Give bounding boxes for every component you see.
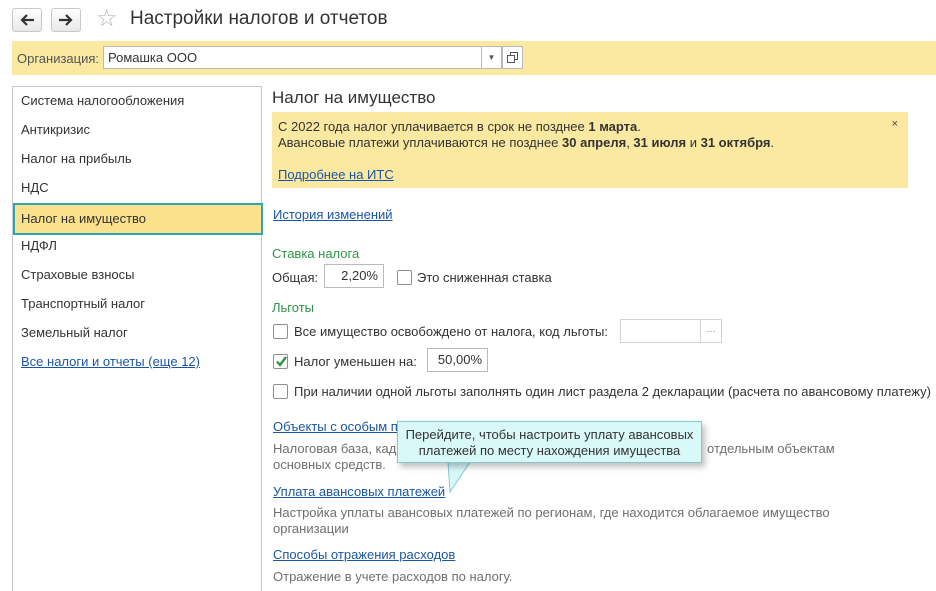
special-objects-desc-end: отдельным объектам [707, 441, 835, 456]
special-objects-link[interactable]: Объекты с особым п [273, 419, 398, 434]
sidebar-item-transport-tax[interactable]: Транспортный налог [21, 296, 145, 312]
sidebar-item-land-tax[interactable]: Земельный налог [21, 325, 128, 341]
expense-methods-link[interactable]: Способы отражения расходов [273, 547, 455, 562]
benefit-code-field[interactable] [620, 319, 701, 343]
notice-text: и [686, 135, 701, 150]
tooltip-line-1: Перейдите, чтобы настроить уплату авансо… [405, 427, 694, 442]
expense-methods-desc: Отражение в учете расходов по налогу. [273, 569, 513, 584]
notice-date: 1 марта [588, 119, 638, 134]
arrow-left-icon [20, 14, 34, 26]
single-sheet-label: При наличии одной льготы заполнять один … [294, 384, 931, 399]
benefit-code-select-button[interactable]: ... [700, 319, 722, 343]
notice-line-1: С 2022 года налог уплачивается в срок не… [278, 119, 641, 135]
notice-text: . [770, 135, 775, 150]
sidebar-item-label: Налог на имущество [21, 211, 147, 226]
advance-payments-link[interactable]: Уплата авансовых платежей [273, 484, 445, 499]
back-button[interactable] [12, 8, 42, 32]
tooltip-line-2: платежей по месту нахождения имущества [418, 443, 681, 458]
special-objects-desc-start: Налоговая база, кад [273, 441, 397, 456]
organization-input[interactable]: Ромашка ООО [103, 46, 482, 69]
sidebar-item-anticrisis[interactable]: Антикризис [21, 122, 90, 138]
open-window-icon [507, 52, 518, 63]
benefits-section-title: Льготы [272, 300, 315, 315]
tax-reduced-field[interactable]: 50,00% [427, 348, 488, 372]
tooltip: Перейдите, чтобы настроить уплату авансо… [397, 421, 702, 463]
arrow-right-icon [59, 14, 73, 26]
tax-reduced-checkbox[interactable] [273, 354, 288, 369]
notice-text: Авансовые платежи уплачиваются не поздне… [278, 135, 563, 150]
notice-date: 30 апреля [562, 135, 627, 150]
advance-payments-desc: Настройка уплаты авансовых платежей по р… [273, 505, 830, 520]
notice-text: С 2022 года налог уплачивается в срок не… [278, 119, 589, 134]
organization-dropdown-button[interactable]: ▼ [481, 46, 502, 69]
organization-label: Организация: [17, 51, 100, 66]
page-title: Налог на имущество [272, 88, 436, 107]
sidebar: Система налогообложения Антикризис Налог… [12, 86, 263, 591]
exempt-label: Все имущество освобождено от налога, код… [294, 324, 608, 339]
its-link[interactable]: Подробнее на ИТС [278, 167, 394, 183]
star-icon[interactable]: ☆ [96, 7, 118, 31]
history-link[interactable]: История изменений [273, 207, 393, 222]
close-icon[interactable]: × [892, 118, 898, 130]
sidebar-item-profit-tax[interactable]: Налог на прибыль [21, 151, 132, 167]
notice-date: 31 июля [633, 135, 687, 150]
notice-date: 31 октября [700, 135, 771, 150]
window-title: Настройки налогов и отчетов [130, 8, 388, 29]
exempt-checkbox[interactable] [273, 324, 288, 339]
notice-line-2: Авансовые платежи уплачиваются не поздне… [278, 135, 774, 151]
notice-panel: С 2022 года налог уплачивается в срок не… [272, 112, 908, 188]
sidebar-item-property-tax[interactable]: Налог на имущество [13, 203, 263, 235]
tax-reduced-label: Налог уменьшен на: [294, 354, 417, 369]
general-rate-field[interactable]: 2,20% [324, 264, 384, 288]
sidebar-item-insurance[interactable]: Страховые взносы [21, 267, 134, 283]
chevron-down-icon: ▼ [487, 53, 496, 62]
general-rate-label: Общая: [272, 270, 319, 285]
advance-payments-desc-line2: организации [273, 521, 349, 536]
special-objects-desc-line2: основных средств. [273, 457, 386, 472]
tooltip-pointer [447, 458, 471, 494]
organization-bar: Организация: Ромашка ООО ▼ [12, 41, 936, 75]
reduced-rate-label: Это сниженная ставка [417, 270, 552, 285]
organization-open-button[interactable] [502, 46, 523, 69]
sidebar-item-tax-system[interactable]: Система налогообложения [21, 93, 184, 109]
single-sheet-checkbox[interactable] [273, 384, 288, 399]
reduced-rate-checkbox[interactable] [397, 270, 412, 285]
all-taxes-link[interactable]: Все налоги и отчеты (еще 12) [21, 354, 200, 370]
sidebar-item-ndfl[interactable]: НДФЛ [21, 238, 57, 254]
checkmark-icon [276, 356, 287, 367]
forward-button[interactable] [51, 8, 81, 32]
notice-text: . [637, 119, 641, 134]
rate-section-title: Ставка налога [272, 246, 360, 261]
sidebar-item-vat[interactable]: НДС [21, 180, 49, 196]
